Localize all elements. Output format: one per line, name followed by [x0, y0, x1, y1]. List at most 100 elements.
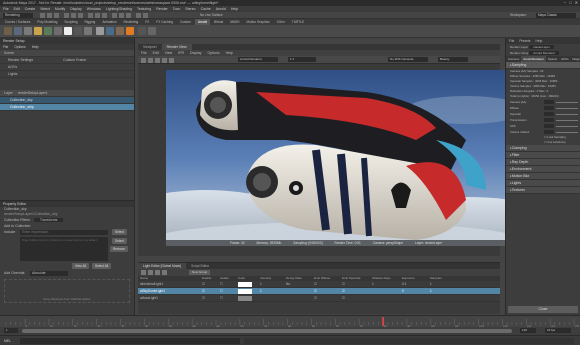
override-dropdown[interactable]: Absolute	[30, 271, 68, 276]
range-end-field[interactable]: 120	[520, 328, 536, 333]
tab-script-editor[interactable]: Script Editor	[186, 263, 214, 269]
light-emit-diffuse-checkbox[interactable]: ☑	[312, 281, 340, 287]
current-frame-marker[interactable]	[382, 317, 385, 326]
arnold-icon[interactable]	[126, 27, 134, 35]
range-start-field[interactable]: 1	[4, 328, 18, 333]
light-decay[interactable]: No	[284, 281, 312, 287]
sampling-field-slider[interactable]	[556, 131, 578, 133]
snapshot-icon[interactable]	[162, 57, 167, 63]
rs-menu-options[interactable]: Options	[14, 44, 25, 50]
area-light-tool-icon[interactable]	[162, 270, 167, 275]
volume-icon[interactable]	[138, 27, 146, 35]
section-motionblur[interactable]: Motion Blur	[506, 173, 580, 180]
rs-close-button[interactable]: Close	[508, 306, 578, 313]
light-color-swatch[interactable]	[236, 295, 258, 301]
light-color-swatch[interactable]	[236, 281, 258, 287]
light-exposure[interactable]: 0.1	[400, 281, 428, 287]
light-intensity[interactable]	[258, 295, 284, 301]
lights-row[interactable]: Lights	[0, 71, 134, 78]
include-select-button[interactable]: Select	[112, 229, 127, 235]
sampling-field-slider[interactable]	[556, 119, 578, 121]
light-icon[interactable]	[34, 27, 42, 35]
texture-icon[interactable]	[116, 27, 124, 35]
renderer-dropdown[interactable]: Arnold Renderer	[238, 57, 278, 62]
refresh-icon[interactable]	[155, 57, 160, 63]
rs-tab-diagnostics[interactable]: Diagnostics	[571, 56, 580, 62]
sampling-section[interactable]: Sampling	[506, 62, 580, 69]
light-intensity[interactable]: 1	[258, 281, 284, 287]
light-samples[interactable]: 1	[428, 281, 452, 287]
light-enable-checkbox[interactable]: ☑	[200, 281, 218, 287]
mel-input[interactable]	[20, 338, 240, 344]
sampling-field-input[interactable]	[544, 118, 554, 122]
region-icon[interactable]	[169, 57, 174, 63]
rs-tab-aovs[interactable]: AOVs	[559, 56, 570, 62]
light-row[interactable]: aiAreaLight1 ☑ ☐ ☑ ☑	[138, 295, 500, 302]
collection-row-ship[interactable]: Collection_ship	[0, 104, 134, 111]
render-settings-icon[interactable]	[24, 27, 32, 35]
sampling-field-slider[interactable]	[556, 107, 578, 109]
render-frame-icon[interactable]	[141, 57, 146, 63]
rs-menu-help[interactable]: Help	[32, 44, 39, 50]
light-exposure[interactable]: 0	[400, 288, 428, 294]
layer-row[interactable]: Layer renderSetupLayer1	[0, 90, 134, 97]
render-settings-row[interactable]: Render Settings Custom Frame	[0, 57, 134, 64]
attribute-drop-zone[interactable]: Drop Attributes from Attribute Editor	[4, 279, 130, 303]
camera-dropdown[interactable]: No 3DS Cameras	[388, 57, 428, 62]
standard-surface-icon[interactable]	[106, 27, 114, 35]
skydome-icon[interactable]	[64, 27, 72, 35]
ipr-icon[interactable]	[14, 27, 22, 35]
range-slider[interactable]: 1 120 24 fps	[0, 327, 580, 335]
section-filter[interactable]: Filter	[506, 152, 580, 159]
light-shadow-rays[interactable]	[370, 295, 400, 301]
collection-list-box[interactable]: Drag Outliner items to Collection or sel…	[20, 237, 108, 261]
light-shadow-rays[interactable]: 1	[370, 281, 400, 287]
aovs-row[interactable]: AOVs	[0, 64, 134, 71]
light-decay[interactable]	[284, 295, 312, 301]
filters-dropdown[interactable]: Transforms	[33, 218, 64, 222]
point-light-icon[interactable]	[141, 270, 146, 275]
light-emit-diffuse-checkbox[interactable]: ☑	[312, 288, 340, 294]
menu-set-dropdown[interactable]: Rendering	[3, 13, 33, 18]
light-color-swatch[interactable]	[236, 288, 258, 294]
range-bar[interactable]	[22, 328, 512, 333]
collection-row-sky[interactable]: Collection_sky	[0, 97, 134, 104]
light-isolate-checkbox[interactable]: ☐	[218, 288, 236, 294]
fps-dropdown[interactable]: 24 fps	[545, 328, 571, 333]
light-emit-specular-checkbox[interactable]: ☑	[340, 281, 370, 287]
sampling-field-slider[interactable]	[556, 113, 578, 115]
list-select-button[interactable]: Select	[112, 238, 127, 244]
light-intensity[interactable]: 1	[258, 288, 284, 294]
ipr-render-icon[interactable]	[148, 57, 153, 63]
section-clamping[interactable]: Clamping	[506, 145, 580, 152]
tab-light-editor[interactable]: Light Editor [Global Mode]	[138, 263, 187, 269]
mesh-light-icon[interactable]	[74, 27, 82, 35]
spot-light-icon[interactable]	[54, 27, 62, 35]
light-emit-diffuse-checkbox[interactable]: ☑	[312, 295, 340, 301]
section-lights[interactable]: Lights	[506, 180, 580, 187]
time-slider[interactable]: 5101520253035404550556065707580859095100…	[0, 315, 580, 329]
light-samples[interactable]	[428, 295, 452, 301]
light-exposure[interactable]	[400, 295, 428, 301]
render-layer-dropdown[interactable]: masterLayer	[529, 45, 554, 49]
directional-light-icon[interactable]	[148, 270, 153, 275]
light-isolate-checkbox[interactable]: ☐	[218, 295, 236, 301]
render-image[interactable]	[166, 70, 506, 246]
light-samples[interactable]: 1	[428, 288, 452, 294]
remove-button[interactable]: Remove	[110, 246, 128, 252]
aov-dropdown[interactable]: Beauty	[438, 57, 468, 62]
section-textures[interactable]: Textures	[506, 187, 580, 194]
photometric-icon[interactable]	[84, 27, 92, 35]
view-all-button[interactable]: View All	[72, 263, 90, 269]
sampling-field-input[interactable]	[544, 124, 554, 128]
rs-tab-system[interactable]: System	[546, 56, 559, 62]
light-shadow-rays[interactable]	[370, 288, 400, 294]
light-emit-specular-checkbox[interactable]: ☑	[340, 295, 370, 301]
curve-icon[interactable]	[148, 27, 156, 35]
light-row[interactable]: aiSkyDomeLight1 ☑ ☐ 1 ☑ ☑ 0 1	[138, 288, 500, 295]
sampling-field-input[interactable]	[544, 100, 554, 104]
light-enable-checkbox[interactable]: ☑	[200, 288, 218, 294]
spotlight-icon[interactable]	[155, 270, 160, 275]
include-input[interactable]: Enter expression	[20, 230, 108, 235]
live-surface-field[interactable]: No Live Surface	[200, 13, 223, 18]
